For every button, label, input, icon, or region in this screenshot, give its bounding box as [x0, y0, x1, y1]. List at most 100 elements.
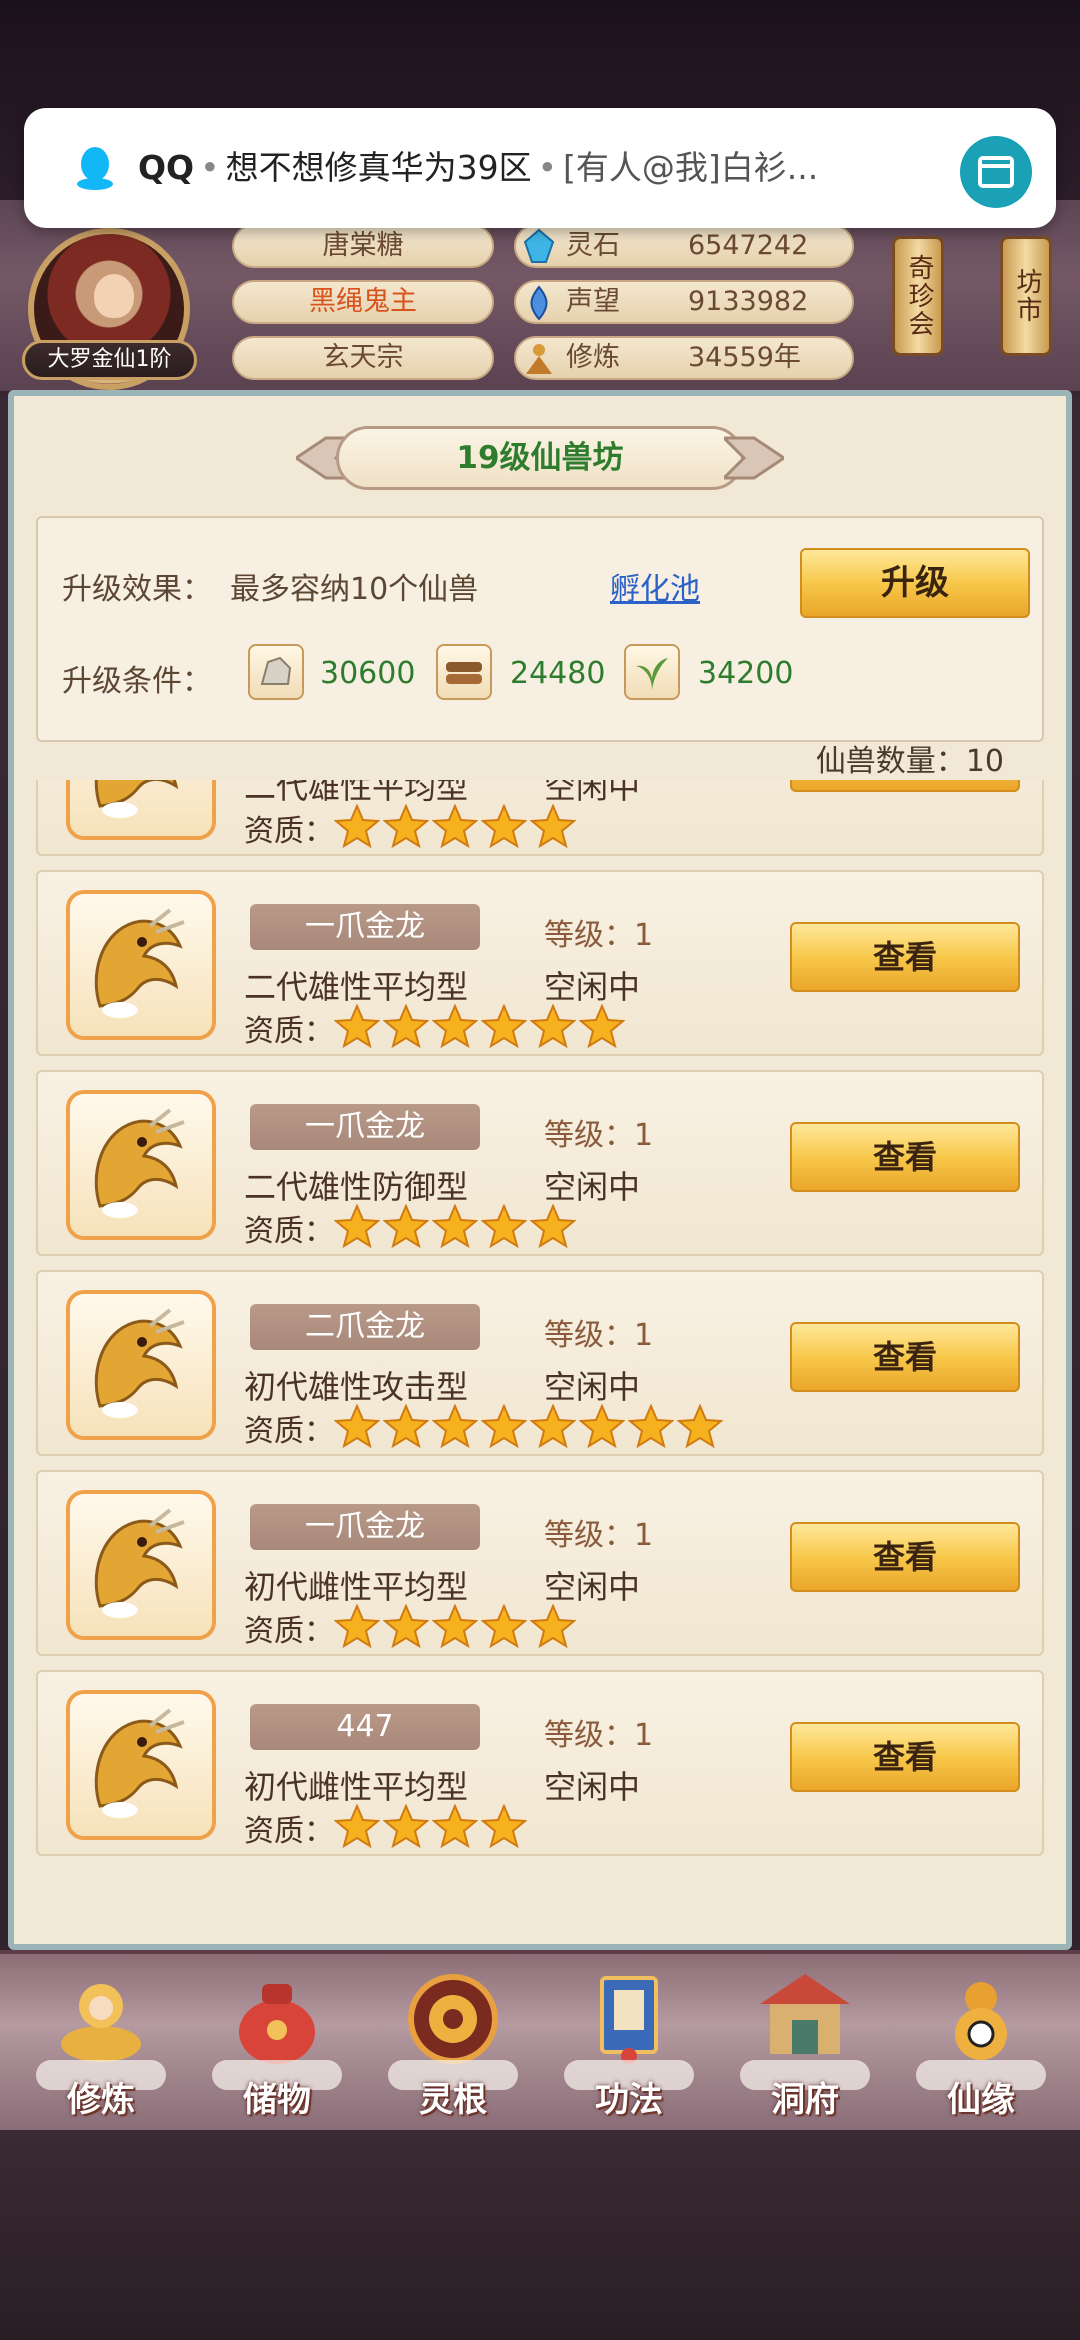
golden-dragon-icon[interactable] [66, 1290, 216, 1440]
star-icon [431, 1803, 479, 1849]
notification-message: 想不想修真华为39区 [225, 148, 532, 187]
star-icon [382, 1403, 430, 1449]
nav-cultivate[interactable]: 修炼 [26, 1964, 176, 2134]
quality-label: 资质： [244, 1014, 334, 1049]
upgrade-button[interactable]: 升级 [800, 548, 1030, 618]
star-icon [333, 1003, 381, 1049]
notification-app: QQ [138, 148, 195, 187]
beast-row[interactable]: 一爪金龙 二代雄性平均型 资质： 等级：1 空闲中 查看 [36, 870, 1044, 1056]
hatching-pool-link[interactable]: 孵化池 [610, 564, 700, 608]
golden-dragon-icon[interactable] [66, 780, 216, 840]
beast-status: 空闲中 [544, 1168, 641, 1206]
beast-row[interactable]: 595二代雄性平均型资质：等级：5空闲中查看 [36, 780, 1044, 856]
beast-type: 二代雄性平均型 [244, 968, 469, 1006]
star-icon [333, 1403, 381, 1449]
star-icon [431, 803, 479, 849]
beast-status: 空闲中 [544, 1568, 641, 1606]
golden-dragon-icon[interactable] [66, 1490, 216, 1640]
material-value: 30600 [320, 656, 416, 691]
nav-storage[interactable]: 储物 [202, 1964, 352, 2134]
beast-name: 一爪金龙 [250, 1104, 480, 1150]
view-button[interactable]: 查看 [790, 780, 1020, 792]
golden-dragon-icon[interactable] [66, 1690, 216, 1840]
beast-row[interactable]: 一爪金龙 初代雌性平均型 资质： 等级：1 空闲中 查看 [36, 1470, 1044, 1656]
stat-value: 6547242 [688, 230, 809, 261]
quality-stars [333, 1803, 530, 1849]
view-button[interactable]: 查看 [790, 922, 1020, 992]
window-icon [978, 156, 1014, 188]
beast-level: 等级：1 [544, 918, 654, 953]
star-icon [480, 1203, 528, 1249]
star-icon [529, 1603, 577, 1649]
quality-label: 资质： [244, 1814, 334, 1849]
stat-label: 灵石 [566, 230, 620, 261]
qq-notification[interactable]: QQ • 想不想修真华为39区 • [有人@我]白衫... [24, 108, 1056, 228]
beast-count: 仙兽数量：10 [36, 742, 1044, 782]
stat-value: 9133982 [688, 286, 809, 317]
nav-label: 洞府 [771, 2080, 839, 2120]
star-icon [431, 1003, 479, 1049]
nav-label: 储物 [243, 2080, 311, 2120]
beast-row[interactable]: 一爪金龙 二代雄性防御型 资质： 等级：1 空闲中 查看 [36, 1070, 1044, 1256]
upgrade-section: 升级效果： 最多容纳10个仙兽 孵化池 升级 升级条件： 30600 24480… [36, 516, 1044, 742]
stat-cultivation: 修炼 34559年 [514, 336, 854, 380]
quality-label: 资质： [244, 1614, 334, 1649]
wood-icon [436, 644, 492, 700]
stat-label: 修炼 [566, 342, 620, 373]
beast-status: 空闲中 [544, 1368, 641, 1406]
beast-level: 等级：1 [544, 1518, 654, 1553]
cave-dwelling-icon [760, 1974, 850, 2054]
beast-name: 一爪金龙 [250, 1504, 480, 1550]
golden-dragon-icon[interactable] [66, 890, 216, 1040]
star-icon [480, 803, 528, 849]
player-name: 唐棠糖 [232, 224, 494, 268]
view-button[interactable]: 查看 [790, 1322, 1020, 1392]
market-button[interactable]: 坊市 [1000, 236, 1052, 356]
view-button[interactable]: 查看 [790, 1122, 1020, 1192]
star-icon [333, 1203, 381, 1249]
beast-status: 空闲中 [544, 780, 641, 806]
star-icon [382, 1203, 430, 1249]
star-icon [382, 803, 430, 849]
beast-row[interactable]: 447 初代雌性平均型 资质： 等级：1 空闲中 查看 [36, 1670, 1044, 1856]
star-icon [431, 1203, 479, 1249]
star-icon [382, 1603, 430, 1649]
banner-right-ornament [724, 436, 784, 480]
open-window-button[interactable] [960, 136, 1032, 208]
beast-count-text: 仙兽数量：10 [816, 742, 1004, 782]
star-icon [578, 1403, 626, 1449]
nav-fortune[interactable]: 仙缘 [906, 1964, 1056, 2134]
view-button[interactable]: 查看 [790, 1722, 1020, 1792]
beast-type: 初代雄性攻击型 [244, 1368, 469, 1406]
beast-list[interactable]: 595二代雄性平均型资质：等级：5空闲中查看一爪金龙二代雄性平均型资质：等级：1… [36, 780, 1044, 1910]
beast-status: 空闲中 [544, 1768, 641, 1806]
treasure-fair-button[interactable]: 奇珍会 [892, 236, 944, 356]
spirit-stone-icon [520, 228, 558, 266]
golden-dragon-icon[interactable] [66, 1090, 216, 1240]
star-icon [480, 1403, 528, 1449]
quality-label: 资质： [244, 814, 334, 849]
star-icon [480, 1003, 528, 1049]
scripture-book-icon [600, 1976, 658, 2064]
spirit-root-icon [408, 1974, 498, 2064]
beast-type: 初代雌性平均型 [244, 1768, 469, 1806]
beast-row[interactable]: 二爪金龙 初代雄性攻击型 资质： 等级：1 空闲中 查看 [36, 1270, 1044, 1456]
nav-cave-dwelling[interactable]: 洞府 [730, 1964, 880, 2134]
upgrade-effect-text: 最多容纳10个仙兽 [230, 572, 479, 607]
material-value: 34200 [698, 656, 794, 691]
star-icon [627, 1403, 675, 1449]
beast-status: 空闲中 [544, 968, 641, 1006]
view-button[interactable]: 查看 [790, 1522, 1020, 1592]
notification-detail: [有人@我]白衫... [563, 148, 819, 187]
nav-technique[interactable]: 功法 [554, 1964, 704, 2134]
player-title: 黑绳鬼主 [232, 280, 494, 324]
stat-value: 34559年 [688, 342, 801, 373]
nav-label: 灵根 [419, 2080, 487, 2120]
upgrade-effect-label: 升级效果： [62, 572, 212, 607]
quality-label: 资质： [244, 1414, 334, 1449]
star-icon [333, 803, 381, 849]
nav-spirit-root[interactable]: 灵根 [378, 1964, 528, 2134]
workshop-title-banner: 19级仙兽坊 [296, 420, 784, 496]
notification-text: QQ • 想不想修真华为39区 • [有人@我]白衫... [138, 148, 819, 187]
avatar-face [94, 274, 134, 318]
